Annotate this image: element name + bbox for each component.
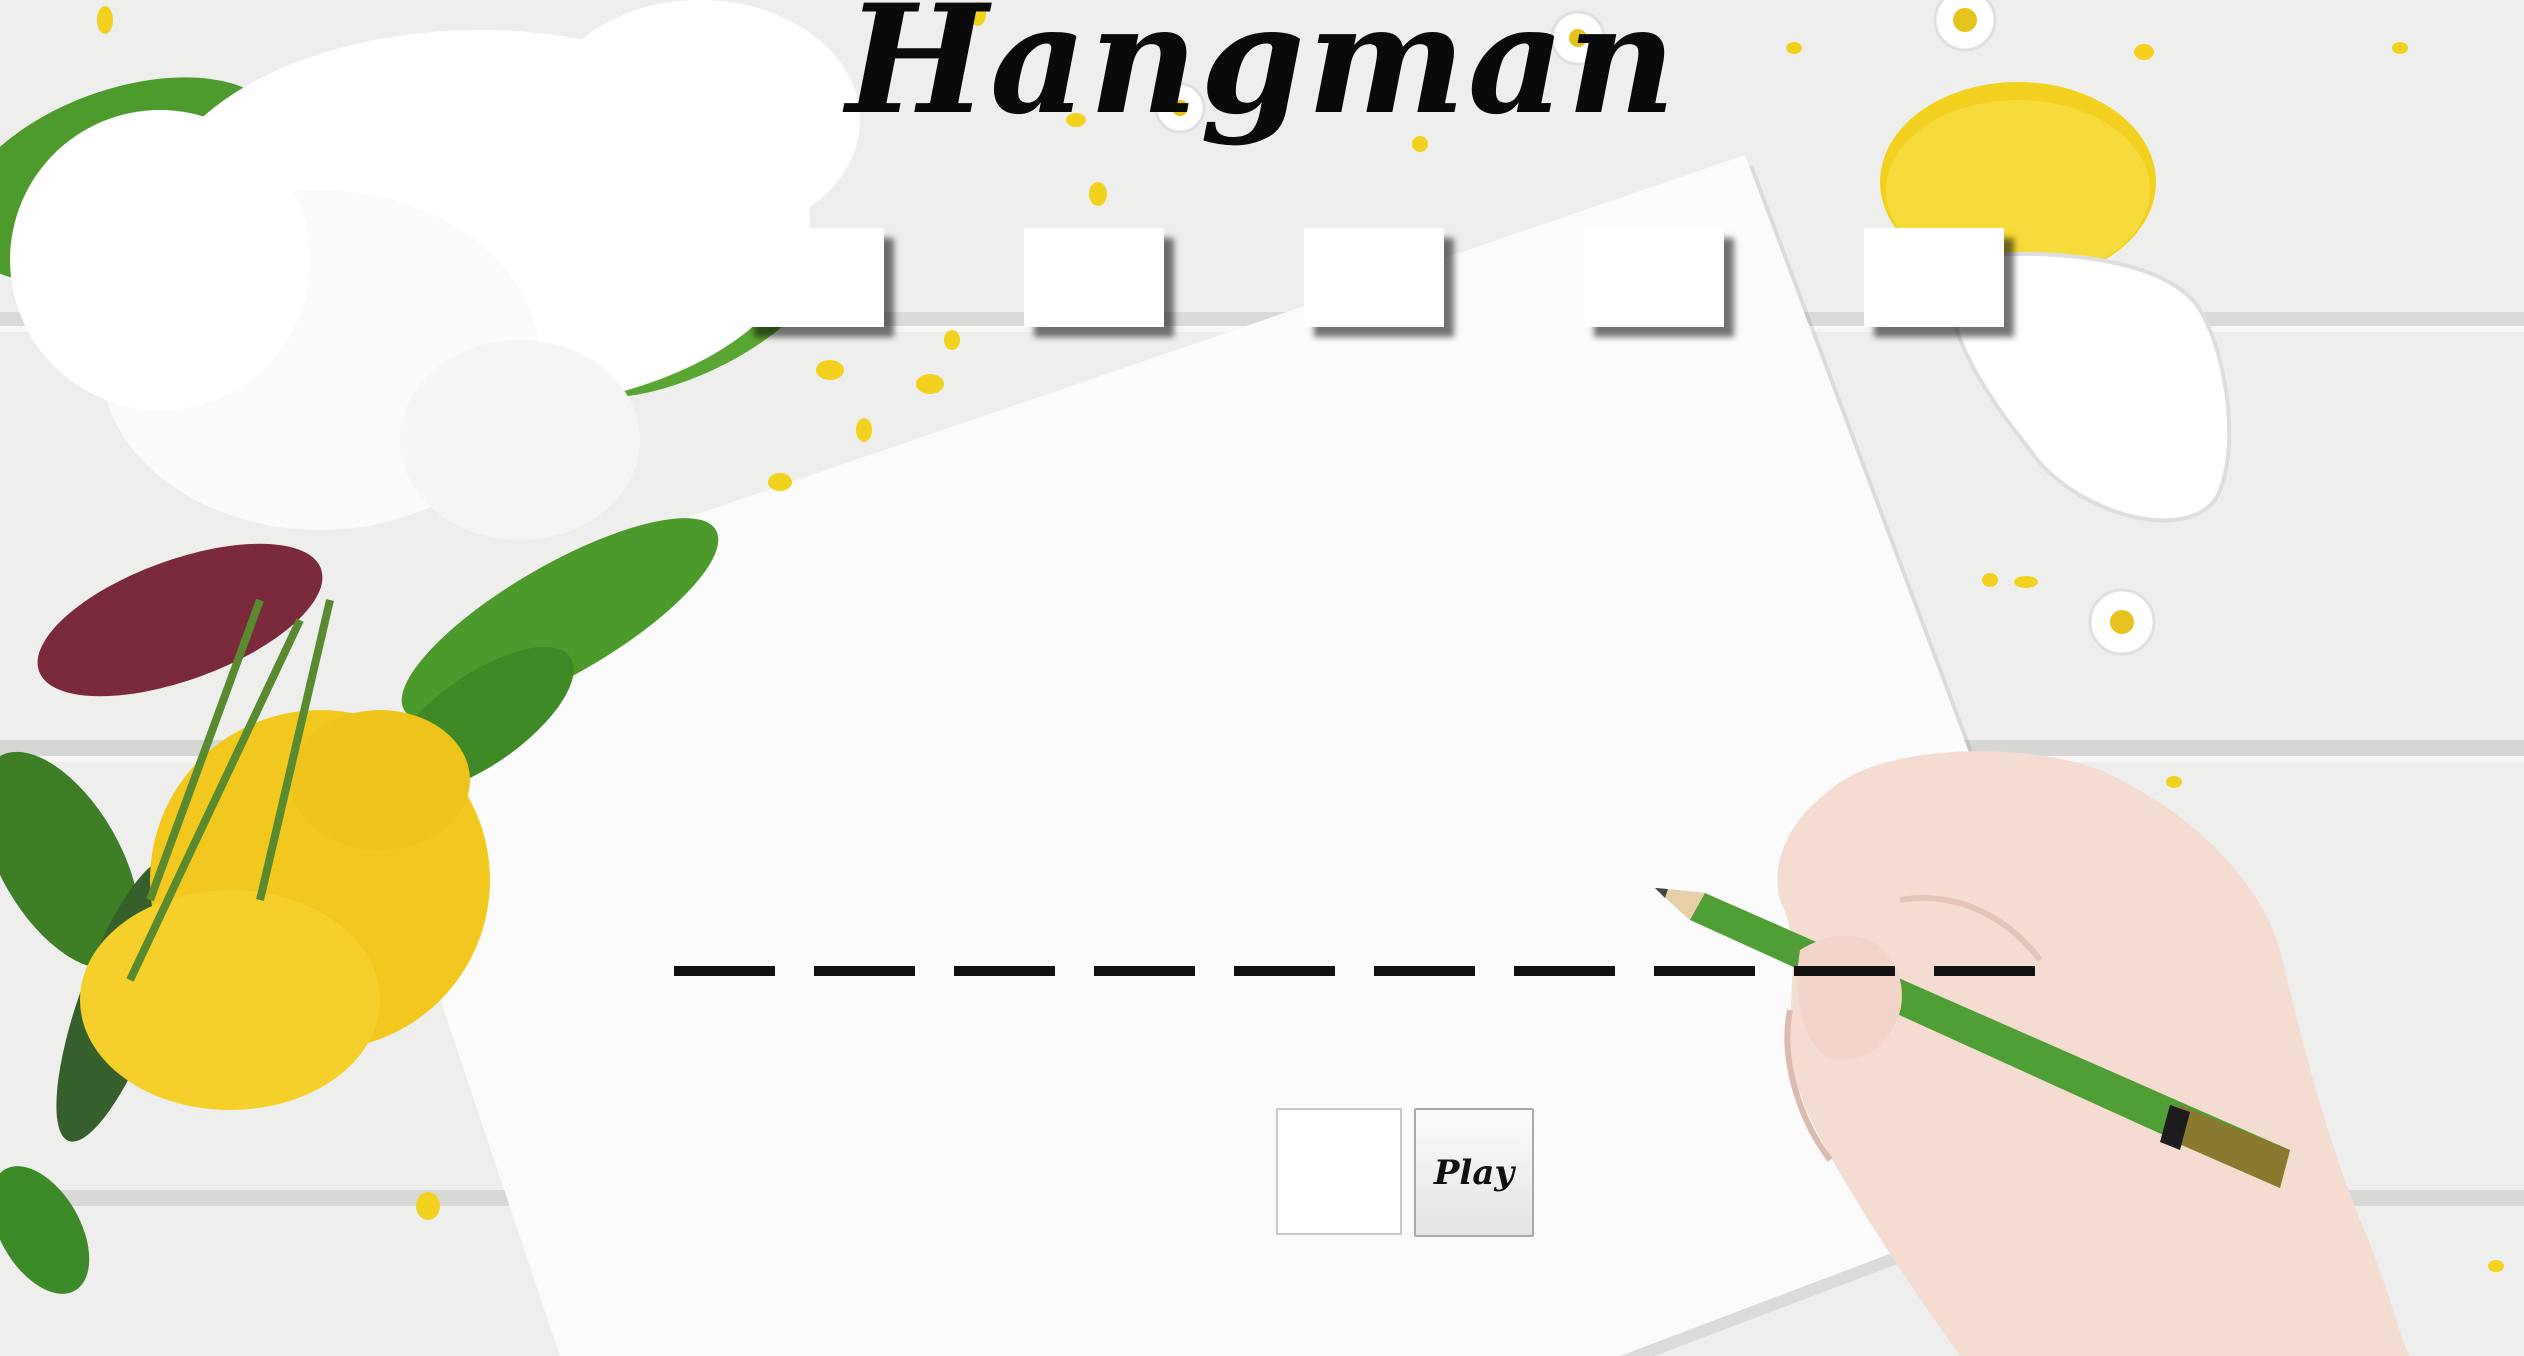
wrong-guess-slot <box>1304 228 1444 327</box>
wrong-guess-slot <box>1024 228 1164 327</box>
letter-blank <box>1934 966 2035 976</box>
letter-blank <box>1094 966 1195 976</box>
letter-blank <box>1794 966 1895 976</box>
wrong-guess-slot <box>1864 228 2004 327</box>
letter-blank <box>1234 966 1335 976</box>
letter-blank <box>1654 966 1755 976</box>
game-title: Hangman <box>846 0 1678 148</box>
letter-blank <box>674 966 775 976</box>
wrong-guess-slot <box>1584 228 1724 327</box>
wrong-guess-slot <box>744 228 884 327</box>
play-button[interactable]: Play <box>1414 1108 1534 1237</box>
letter-blank <box>1514 966 1615 976</box>
background-scene <box>0 0 2524 1356</box>
letter-blank <box>814 966 915 976</box>
game-stage: Hangman Play <box>0 0 2524 1356</box>
letter-input[interactable] <box>1276 1108 1402 1235</box>
letter-blank <box>1374 966 1475 976</box>
letter-blank <box>954 966 1055 976</box>
